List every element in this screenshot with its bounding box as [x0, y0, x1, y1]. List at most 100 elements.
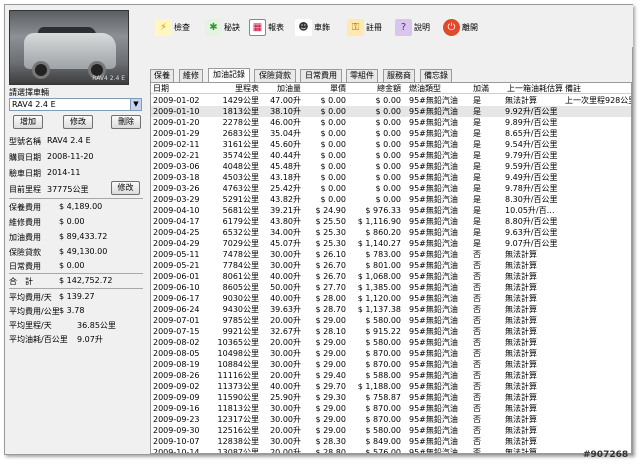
table-row[interactable]: 2009-01-20 2278公里 46.00升 $ 0.00 $ 0.00 95#無鉛汽…	[151, 117, 631, 128]
report-label: 報表	[268, 22, 284, 32]
tab-memo[interactable]: 備忘錄	[420, 69, 452, 82]
cell-full: 是	[473, 184, 481, 193]
col-fuel-type[interactable]: 燃油類型	[409, 83, 471, 94]
col-consumption[interactable]: 上一箱油耗估算	[507, 83, 565, 94]
cell-volume: 50.00升	[270, 283, 301, 292]
col-note[interactable]: 備註	[565, 83, 631, 94]
stat-value-fuel-economy: 9.07升	[77, 335, 103, 344]
tab-insurance-loan[interactable]: 保險貸款	[254, 69, 296, 82]
table-row[interactable]: 2009-03-18 4503公里 43.18升 $ 0.00 $ 0.00 95#無鉛汽…	[151, 172, 631, 183]
cell-consumption: 無法計算	[505, 371, 537, 380]
table-row[interactable]: 2009-07-15 9921公里 32.67升 $ 28.10 $ 915.22 95#…	[151, 326, 631, 337]
table-row[interactable]: 2009-02-21 3574公里 40.44升 $ 0.00 $ 0.00 95#無鉛汽…	[151, 150, 631, 161]
cell-total: $ 915.22	[365, 327, 401, 336]
cell-volume: 20.00升	[270, 426, 301, 435]
cell-full: 是	[473, 195, 481, 204]
table-row[interactable]: 2009-08-26 11116公里 20.00升 $ 29.40 $ 588.00 95…	[151, 370, 631, 381]
cell-consumption: 無法計算	[505, 349, 537, 358]
table-row[interactable]: 2009-04-10 5681公里 39.21升 $ 24.90 $ 976.33 95#…	[151, 205, 631, 216]
table-row[interactable]: 2009-09-30 12516公里 20.00升 $ 29.00 $ 580.00 95…	[151, 425, 631, 436]
cost-value-insurance: $ 49,130.00	[59, 247, 108, 256]
col-full[interactable]: 加滿	[473, 83, 499, 94]
register-button[interactable]: ⚿ 註冊	[347, 17, 382, 37]
delete-button[interactable]: 刪除	[111, 115, 141, 129]
col-total[interactable]: 總金額	[351, 83, 401, 94]
cell-fuel-type: 95#無鉛汽油	[409, 437, 458, 446]
col-odometer[interactable]: 里程表	[211, 83, 259, 94]
cell-odometer: 4048公里	[222, 162, 259, 171]
cell-volume: 43.80升	[270, 217, 301, 226]
tab-repair[interactable]: 維修	[179, 69, 203, 82]
cell-fuel-type: 95#無鉛汽油	[409, 228, 458, 237]
decoration-label: 車飾	[314, 22, 330, 32]
report-button[interactable]: ▦ 報表	[249, 17, 284, 37]
tips-button[interactable]: ✱ 秘訣	[205, 17, 240, 37]
cell-date: 2009-01-10	[153, 107, 200, 116]
cell-odometer: 8605公里	[222, 283, 259, 292]
col-unit-price[interactable]: 單價	[306, 83, 346, 94]
table-row[interactable]: 2009-04-25 6532公里 34.00升 $ 25.30 $ 860.20 95#…	[151, 227, 631, 238]
stat-value-cost-per-km: $ 3.78	[59, 306, 85, 315]
tab-daily-costs[interactable]: 日常費用	[300, 69, 342, 82]
edit-button[interactable]: 修改	[63, 115, 93, 129]
tab-maintenance[interactable]: 保養	[150, 69, 174, 82]
edit-mileage-button[interactable]: 修改	[111, 181, 140, 195]
table-row[interactable]: 2009-09-09 11590公里 25.90升 $ 29.30 $ 758.87 95…	[151, 392, 631, 403]
car-select[interactable]: RAV4 2.4 E ▼	[9, 98, 142, 111]
check-button[interactable]: ⚡ 檢查	[155, 17, 190, 37]
cell-consumption: 9.54升/百公里	[505, 140, 558, 149]
table-row[interactable]: 2009-09-23 12317公里 30.00升 $ 29.00 $ 870.00 95…	[151, 414, 631, 425]
table-row[interactable]: 2009-06-24 9430公里 39.63升 $ 28.70 $ 1,137.38 9…	[151, 304, 631, 315]
table-row[interactable]: 2009-01-10 1813公里 38.10升 $ 0.00 $ 0.00 95#無鉛汽…	[151, 106, 631, 117]
col-date[interactable]: 日期	[153, 83, 203, 94]
cell-volume: 30.00升	[270, 415, 301, 424]
exit-button[interactable]: ⏻ 離開	[443, 17, 478, 37]
cell-fuel-type: 95#無鉛汽油	[409, 162, 458, 171]
table-row[interactable]: 2009-06-01 8061公里 40.00升 $ 26.70 $ 1,068.00 9…	[151, 271, 631, 282]
tab-service-providers[interactable]: 服務商	[383, 69, 415, 82]
cell-volume: 40.00升	[270, 294, 301, 303]
tab-components[interactable]: 零組件	[346, 69, 378, 82]
table-row[interactable]: 2009-10-14 13087公里 20.00升 $ 28.80 $ 576.00 95…	[151, 447, 631, 454]
table-row[interactable]: 2009-08-02 10365公里 20.00升 $ 29.00 $ 580.00 95…	[151, 337, 631, 348]
table-row[interactable]: 2009-06-17 9030公里 40.00升 $ 28.00 $ 1,120.00 9…	[151, 293, 631, 304]
table-row[interactable]: 2009-08-19 10884公里 30.00升 $ 29.00 $ 870.00 95…	[151, 359, 631, 370]
help-button[interactable]: ? 說明	[395, 17, 430, 37]
cell-odometer: 12516公里	[217, 426, 259, 435]
chevron-down-icon[interactable]: ▼	[130, 99, 141, 110]
table-row[interactable]: 2009-02-11 3161公里 45.60升 $ 0.00 $ 0.00 95#無鉛汽…	[151, 139, 631, 150]
table-row[interactable]: 2009-04-17 6179公里 43.80升 $ 25.50 $ 1,116.90 9…	[151, 216, 631, 227]
cell-full: 是	[473, 173, 481, 182]
exit-label: 離開	[462, 22, 478, 32]
cell-consumption: 無法計算	[505, 415, 537, 424]
table-row[interactable]: 2009-08-05 10498公里 30.00升 $ 29.00 $ 870.00 95…	[151, 348, 631, 359]
tab-fuel-records[interactable]: 加油記錄	[208, 68, 250, 82]
table-row[interactable]: 2009-07-01 9785公里 20.00升 $ 29.00 $ 580.00 95#…	[151, 315, 631, 326]
table-row[interactable]: 2009-05-11 7478公里 30.00升 $ 26.10 $ 783.00 95#…	[151, 249, 631, 260]
add-button[interactable]: 增加	[13, 115, 43, 129]
decoration-button[interactable]: ☻ 車飾	[295, 17, 330, 37]
cell-fuel-type: 95#無鉛汽油	[409, 316, 458, 325]
cell-total: $ 849.00	[365, 437, 401, 446]
cell-volume: 20.00升	[270, 316, 301, 325]
col-volume[interactable]: 加油量	[261, 83, 301, 94]
cell-consumption: 無法計算	[505, 404, 537, 413]
table-row[interactable]: 2009-06-10 8605公里 50.00升 $ 27.70 $ 1,385.00 9…	[151, 282, 631, 293]
cell-unit-price: $ 26.70	[315, 272, 346, 281]
snoopy-icon: ☻	[295, 18, 312, 36]
table-row[interactable]: 2009-09-02 11373公里 40.00升 $ 29.70 $ 1,188.00…	[151, 381, 631, 392]
cell-fuel-type: 95#無鉛汽油	[409, 151, 458, 160]
table-row[interactable]: 2009-01-02 1429公里 47.00升 $ 0.00 $ 0.00 95#無鉛汽…	[151, 95, 631, 106]
table-row[interactable]: 2009-03-29 5291公里 43.82升 $ 0.00 $ 0.00 95#無鉛汽…	[151, 194, 631, 205]
table-row[interactable]: 2009-10-07 12838公里 30.00升 $ 28.30 $ 849.00 95…	[151, 436, 631, 447]
cell-odometer: 3574公里	[222, 151, 259, 160]
cell-volume: 20.00升	[270, 448, 301, 454]
table-row[interactable]: 2009-01-29 2683公里 35.04升 $ 0.00 $ 0.00 95#無鉛汽…	[151, 128, 631, 139]
table-row[interactable]: 2009-09-16 11813公里 30.00升 $ 29.00 $ 870.00 95…	[151, 403, 631, 414]
table-row[interactable]: 2009-05-21 7784公里 30.00升 $ 26.70 $ 801.00 95#…	[151, 260, 631, 271]
table-row[interactable]: 2009-03-26 4763公里 25.42升 $ 0.00 $ 0.00 95#無鉛汽…	[151, 183, 631, 194]
cell-volume: 25.42升	[270, 184, 301, 193]
table-row[interactable]: 2009-03-06 4048公里 45.48升 $ 0.00 $ 0.00 95#無鉛汽…	[151, 161, 631, 172]
cell-fuel-type: 95#無鉛汽油	[409, 129, 458, 138]
table-row[interactable]: 2009-04-29 7029公里 45.07升 $ 25.30 $ 1,140.27 9…	[151, 238, 631, 249]
